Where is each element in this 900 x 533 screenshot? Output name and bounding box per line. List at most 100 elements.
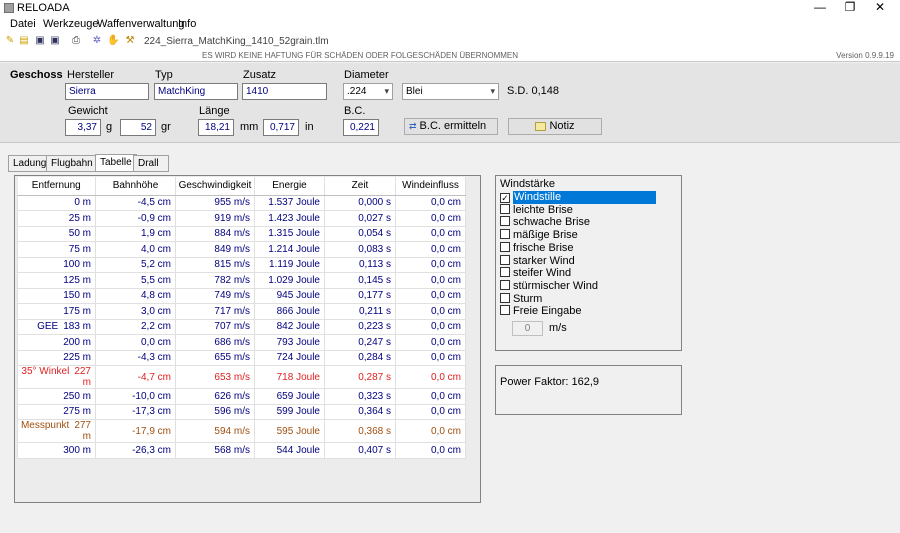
checkbox-icon[interactable]: [500, 305, 510, 316]
checkbox-icon[interactable]: [500, 203, 510, 214]
col-geschwindigkeit[interactable]: Geschwindigkeit: [175, 177, 255, 196]
menu-werkzeuge[interactable]: Werkzeuge: [43, 18, 98, 30]
table-row[interactable]: Messpunkt 277 m -17,9 cm 594 m/s 595 Joule 0,…: [17, 419, 466, 443]
laenge-mm-field[interactable]: 18,21: [198, 119, 234, 136]
new-file-icon[interactable]: ✎: [4, 35, 16, 47]
cell-entfernung: 25 m: [17, 210, 96, 227]
maximize-button[interactable]: ❐: [836, 0, 864, 16]
wind-option[interactable]: leichte Brise: [500, 203, 573, 217]
wind-option-label: schwache Brise: [513, 216, 591, 229]
table-row[interactable]: 150 m 4,8 cm 749 m/s 945 Joule 0,177 s 0,0 cm: [17, 287, 466, 304]
sd-label: S.D. 0,148: [507, 85, 559, 97]
cell-w: 0,0 cm: [395, 303, 466, 320]
tab-drall[interactable]: Drall: [133, 155, 169, 172]
cell-v: 686 m/s: [175, 334, 255, 351]
tab-tabelle[interactable]: Tabelle: [95, 154, 137, 172]
wind-option-label: frische Brise: [513, 241, 574, 254]
table-row[interactable]: 175 m 3,0 cm 717 m/s 866 Joule 0,211 s 0,0 cm: [17, 303, 466, 320]
wind-option[interactable]: Sturm: [500, 292, 542, 306]
laenge-in-field[interactable]: 0,717: [263, 119, 299, 136]
table-row[interactable]: 50 m 1,9 cm 884 m/s 1.315 Joule 0,054 s 0,0 c…: [17, 225, 466, 242]
table-row[interactable]: 125 m 5,5 cm 782 m/s 1.029 Joule 0,145 s 0,0 …: [17, 272, 466, 289]
cell-v: 626 m/s: [175, 388, 255, 405]
title-bar: RELOADA — ❐ ✕: [0, 0, 900, 16]
checkbox-icon[interactable]: [500, 241, 510, 252]
hersteller-label: Hersteller: [67, 69, 115, 81]
cell-w: 0,0 cm: [395, 419, 466, 443]
power-factor-text: Power Faktor: 162,9: [500, 376, 600, 388]
menu-datei[interactable]: Datei: [10, 18, 36, 30]
menu-info[interactable]: Info: [178, 18, 196, 30]
col-zeit[interactable]: Zeit: [324, 177, 396, 196]
typ-field[interactable]: MatchKing: [154, 83, 238, 100]
wind-option[interactable]: starker Wind: [500, 254, 575, 268]
cell-w: 0,0 cm: [395, 334, 466, 351]
tab-flugbahn[interactable]: Flugbahn: [46, 155, 98, 172]
cell-hoehe: -4,3 cm: [95, 349, 176, 366]
bc-field[interactable]: 0,221: [343, 119, 379, 136]
bc-ermitteln-button[interactable]: ⇄ B.C. ermitteln: [404, 118, 498, 135]
wind-option[interactable]: stürmischer Wind: [500, 279, 598, 293]
table-row[interactable]: 275 m -17,3 cm 596 m/s 599 Joule 0,364 s 0,0 …: [17, 403, 466, 420]
cell-t: 0,177 s: [324, 287, 396, 304]
cell-t: 0,145 s: [324, 272, 396, 289]
wand-icon[interactable]: ⚒: [124, 35, 136, 47]
table-row[interactable]: GEE 183 m 2,2 cm 707 m/s 842 Joule 0,223 s 0,0…: [17, 318, 466, 335]
gewicht-gr-field[interactable]: 52: [120, 119, 156, 136]
checkbox-icon[interactable]: ✓: [500, 193, 510, 203]
close-button[interactable]: ✕: [866, 0, 894, 16]
checkbox-icon[interactable]: [500, 229, 510, 240]
table-row[interactable]: 25 m -0,9 cm 919 m/s 1.423 Joule 0,027 s 0,0 …: [17, 210, 466, 227]
checkbox-icon[interactable]: [500, 254, 510, 265]
minimize-button[interactable]: —: [806, 0, 834, 16]
table-row[interactable]: 300 m -26,3 cm 568 m/s 544 Joule 0,407 s 0,0 …: [17, 442, 466, 459]
notiz-button[interactable]: Notiz: [508, 118, 602, 135]
table-row[interactable]: 75 m 4,0 cm 849 m/s 1.214 Joule 0,083 s 0,0 c…: [17, 241, 466, 258]
material-select[interactable]: Blei ▾: [402, 83, 499, 100]
wind-option[interactable]: Freie Eingabe: [500, 305, 582, 318]
print-icon[interactable]: ⎙: [70, 35, 82, 47]
cell-entfernung: Messpunkt 277 m: [17, 419, 96, 443]
checkbox-icon[interactable]: [500, 279, 510, 290]
table-row[interactable]: 0 m -4,5 cm 955 m/s 1.537 Joule 0,000 s 0,0 c…: [17, 194, 466, 211]
table-row[interactable]: 250 m -10,0 cm 626 m/s 659 Joule 0,323 s 0,0 …: [17, 388, 466, 405]
table-row[interactable]: 100 m 5,2 cm 815 m/s 1.119 Joule 0,113 s 0,0 …: [17, 256, 466, 273]
diameter-label: Diameter: [344, 69, 389, 81]
col-entfernung[interactable]: Entfernung: [17, 177, 96, 196]
tab-ladung[interactable]: Ladung: [8, 155, 52, 172]
col-windeinfluss[interactable]: Windeinfluss: [395, 177, 466, 196]
save-icon[interactable]: ▣: [34, 35, 46, 47]
gewicht-g-field[interactable]: 3,37: [65, 119, 101, 136]
distance-value: 225 m: [63, 352, 91, 364]
table-row[interactable]: 225 m -4,3 cm 655 m/s 724 Joule 0,284 s 0,0 c…: [17, 349, 466, 366]
wind-option[interactable]: ✓ Windstille: [500, 191, 656, 204]
menu-waffenverwaltung[interactable]: Waffenverwaltung: [97, 18, 184, 30]
table-row[interactable]: 35° Winkel 227 m -4,7 cm 653 m/s 718 Joule 0,…: [17, 365, 466, 389]
geschoss-panel: Geschoss Hersteller Sierra Typ MatchKing…: [0, 63, 900, 143]
wind-option[interactable]: frische Brise: [500, 241, 574, 255]
checkbox-icon[interactable]: [500, 216, 510, 227]
open-file-icon[interactable]: ▤: [18, 35, 30, 47]
hersteller-field[interactable]: Sierra: [65, 83, 149, 100]
col-bahnhoehe[interactable]: Bahnhöhe: [95, 177, 176, 196]
diameter-select[interactable]: .224 ▾: [343, 83, 393, 100]
cell-t: 0,247 s: [324, 334, 396, 351]
table-row[interactable]: 200 m 0,0 cm 686 m/s 793 Joule 0,247 s 0,0 cm: [17, 334, 466, 351]
wind-option[interactable]: mäßige Brise: [500, 229, 578, 242]
tools-icon[interactable]: ✲: [91, 35, 103, 47]
wind-option[interactable]: steifer Wind: [500, 267, 571, 280]
save-as-icon[interactable]: ▣: [49, 35, 61, 47]
cell-t: 0,211 s: [324, 303, 396, 320]
cell-t: 0,287 s: [324, 365, 396, 389]
cell-v: 919 m/s: [175, 210, 255, 227]
cell-hoehe: -17,3 cm: [95, 403, 176, 420]
col-energie[interactable]: Energie: [254, 177, 325, 196]
wind-option[interactable]: schwache Brise: [500, 216, 590, 229]
checkbox-icon[interactable]: [500, 292, 510, 303]
cell-v: 653 m/s: [175, 365, 255, 389]
cell-hoehe: 4,8 cm: [95, 287, 176, 304]
checkbox-icon[interactable]: [500, 267, 510, 278]
hand-icon[interactable]: ✋: [107, 35, 119, 47]
zusatz-field[interactable]: 1410: [242, 83, 327, 100]
distance-value: 250 m: [63, 390, 91, 402]
